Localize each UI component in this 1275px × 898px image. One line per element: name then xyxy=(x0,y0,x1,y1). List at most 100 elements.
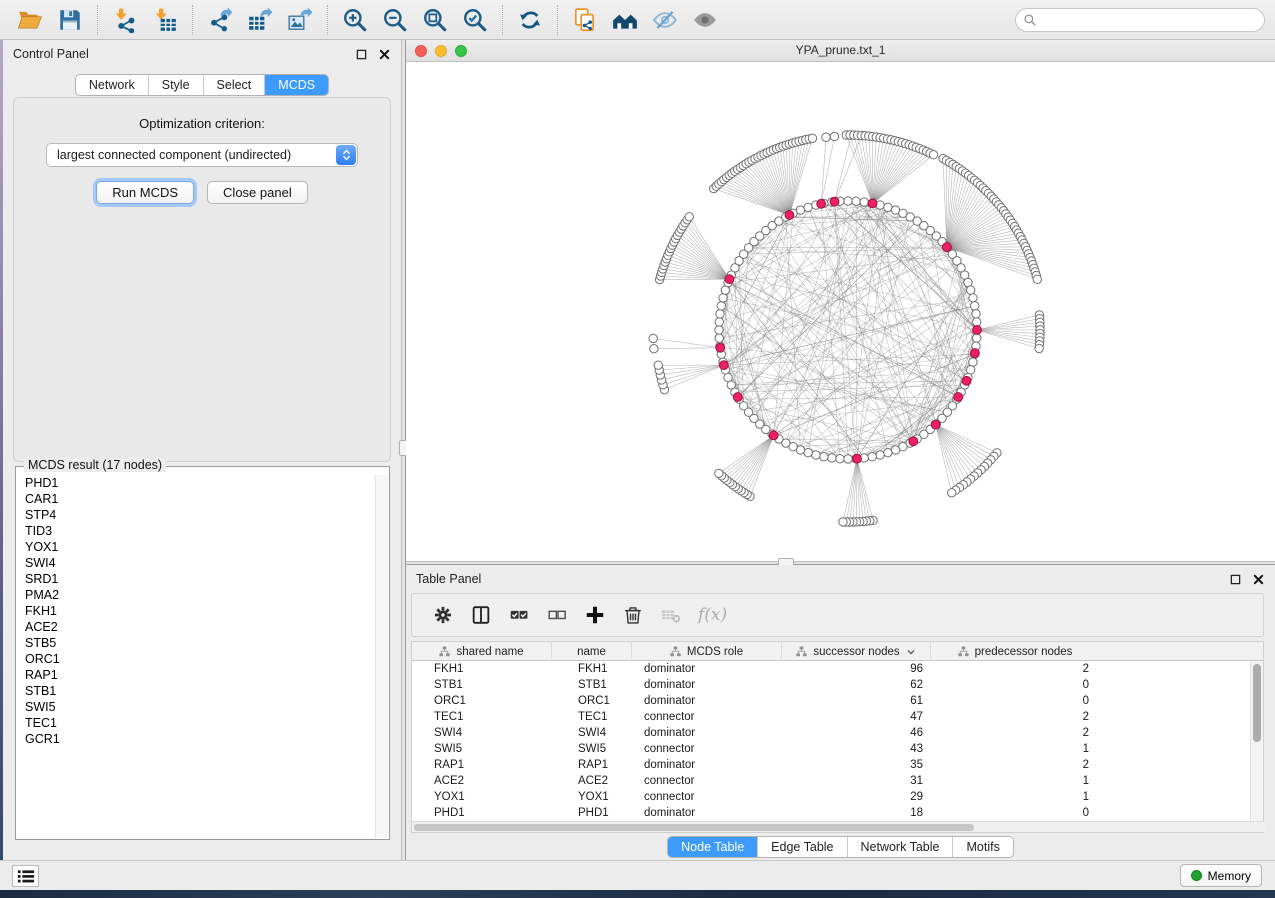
result-node-item[interactable]: CAR1 xyxy=(17,491,375,507)
column-header-MCDS-role[interactable]: MCDS role xyxy=(632,642,782,661)
show-all-button[interactable] xyxy=(685,3,725,37)
network-node[interactable] xyxy=(971,302,979,310)
network-node[interactable] xyxy=(716,310,724,318)
result-node-item[interactable]: ACE2 xyxy=(17,619,375,635)
show-column-button[interactable] xyxy=(464,598,498,632)
network-canvas[interactable] xyxy=(406,62,1275,561)
table-row[interactable]: ACE2ACE2connector311 xyxy=(412,773,1263,789)
result-node-item[interactable]: TEC1 xyxy=(17,715,375,731)
mcds-network-node[interactable] xyxy=(719,361,728,370)
window-zoom-button[interactable] xyxy=(455,45,467,57)
result-node-item[interactable]: FKH1 xyxy=(17,603,375,619)
mcds-network-node[interactable] xyxy=(853,454,862,463)
network-node[interactable] xyxy=(828,454,836,462)
tab-style[interactable]: Style xyxy=(148,75,203,95)
network-node[interactable] xyxy=(860,198,868,206)
mcds-network-node[interactable] xyxy=(830,197,839,206)
float-panel-button[interactable] xyxy=(1228,572,1242,586)
network-node[interactable] xyxy=(844,197,852,205)
show-panels-list-button[interactable] xyxy=(12,865,39,887)
tab-network[interactable]: Network xyxy=(76,75,148,95)
close-panel-button[interactable] xyxy=(377,47,391,61)
import-table-button[interactable] xyxy=(145,3,185,37)
result-node-item[interactable]: SRD1 xyxy=(17,571,375,587)
result-node-item[interactable]: PMA2 xyxy=(17,587,375,603)
network-node[interactable] xyxy=(836,455,844,463)
result-node-item[interactable]: STB1 xyxy=(17,683,375,699)
network-node[interactable] xyxy=(884,448,892,456)
zoom-in-button[interactable] xyxy=(335,3,375,37)
network-node[interactable] xyxy=(649,334,657,342)
network-node[interactable] xyxy=(650,344,658,352)
result-node-item[interactable]: PHD1 xyxy=(17,475,375,491)
network-node[interactable] xyxy=(822,133,830,141)
window-minimize-button[interactable] xyxy=(435,45,447,57)
network-node[interactable] xyxy=(839,518,847,526)
zoom-out-button[interactable] xyxy=(375,3,415,37)
network-node[interactable] xyxy=(966,286,974,294)
network-node[interactable] xyxy=(969,294,977,302)
table-row[interactable]: RAP1RAP1dominator352 xyxy=(412,757,1263,773)
network-node[interactable] xyxy=(719,294,727,302)
memory-button[interactable]: Memory xyxy=(1180,864,1262,887)
result-list-scrollbar[interactable] xyxy=(375,475,388,838)
mcds-network-node[interactable] xyxy=(962,376,971,385)
column-header-predecessor-nodes[interactable]: predecessor nodes xyxy=(931,642,1099,661)
table-settings-button[interactable] xyxy=(426,598,460,632)
network-node[interactable] xyxy=(876,451,884,459)
search-input[interactable] xyxy=(1015,8,1265,32)
window-close-button[interactable] xyxy=(415,45,427,57)
mcds-network-node[interactable] xyxy=(868,199,877,208)
network-node[interactable] xyxy=(715,469,723,477)
apply-preferred-layout-button[interactable] xyxy=(510,3,550,37)
network-node[interactable] xyxy=(685,213,693,221)
network-node[interactable] xyxy=(1035,344,1043,352)
result-node-item[interactable]: STB5 xyxy=(17,635,375,651)
new-network-from-selection-button[interactable] xyxy=(565,3,605,37)
mcds-network-node[interactable] xyxy=(973,326,982,335)
mcds-network-node[interactable] xyxy=(733,393,742,402)
network-node[interactable] xyxy=(830,132,838,140)
select-all-rows-button[interactable] xyxy=(502,598,536,632)
mcds-network-node[interactable] xyxy=(725,275,734,284)
network-node[interactable] xyxy=(808,134,816,142)
result-node-item[interactable]: GCR1 xyxy=(17,731,375,747)
mcds-network-node[interactable] xyxy=(785,211,794,220)
network-node[interactable] xyxy=(868,453,876,461)
close-panel-button[interactable] xyxy=(1251,572,1265,586)
column-header-shared-name[interactable]: shared name xyxy=(412,642,552,661)
network-node[interactable] xyxy=(973,334,981,342)
network-node[interactable] xyxy=(973,318,981,326)
table-row[interactable]: TEC1TEC1connector472 xyxy=(412,709,1263,725)
mcds-network-node[interactable] xyxy=(817,199,826,208)
table-row[interactable]: ORC1ORC1dominator610 xyxy=(412,693,1263,709)
table-row[interactable]: STB1STB1dominator620 xyxy=(412,677,1263,693)
zoom-fit-button[interactable] xyxy=(415,3,455,37)
optimization-criterion-select[interactable]: largest connected component (undirected) xyxy=(46,143,358,167)
mcds-network-node[interactable] xyxy=(769,431,778,440)
open-session-button[interactable] xyxy=(10,3,50,37)
result-node-item[interactable]: RAP1 xyxy=(17,667,375,683)
mcds-network-node[interactable] xyxy=(971,349,980,358)
network-view[interactable] xyxy=(406,62,1275,561)
save-session-button[interactable] xyxy=(50,3,90,37)
network-node[interactable] xyxy=(929,151,937,159)
export-table-button[interactable] xyxy=(240,3,280,37)
result-node-item[interactable]: TID3 xyxy=(17,523,375,539)
tab-node-table[interactable]: Node Table xyxy=(668,837,757,857)
result-node-item[interactable]: SWI4 xyxy=(17,555,375,571)
export-image-button[interactable] xyxy=(280,3,320,37)
add-column-button[interactable] xyxy=(578,598,612,632)
table-vertical-scrollbar[interactable] xyxy=(1250,661,1263,821)
network-node[interactable] xyxy=(717,302,725,310)
table-horizontal-scrollbar[interactable] xyxy=(412,821,1265,832)
hide-selected-button[interactable] xyxy=(645,3,685,37)
network-node[interactable] xyxy=(972,310,980,318)
mcds-network-node[interactable] xyxy=(954,393,963,402)
network-node[interactable] xyxy=(715,334,723,342)
result-node-item[interactable]: YOX1 xyxy=(17,539,375,555)
table-row[interactable]: SWI5SWI5connector431 xyxy=(412,741,1263,757)
network-node[interactable] xyxy=(947,489,955,497)
tab-network-table[interactable]: Network Table xyxy=(847,837,953,857)
first-neighbors-button[interactable] xyxy=(605,3,645,37)
